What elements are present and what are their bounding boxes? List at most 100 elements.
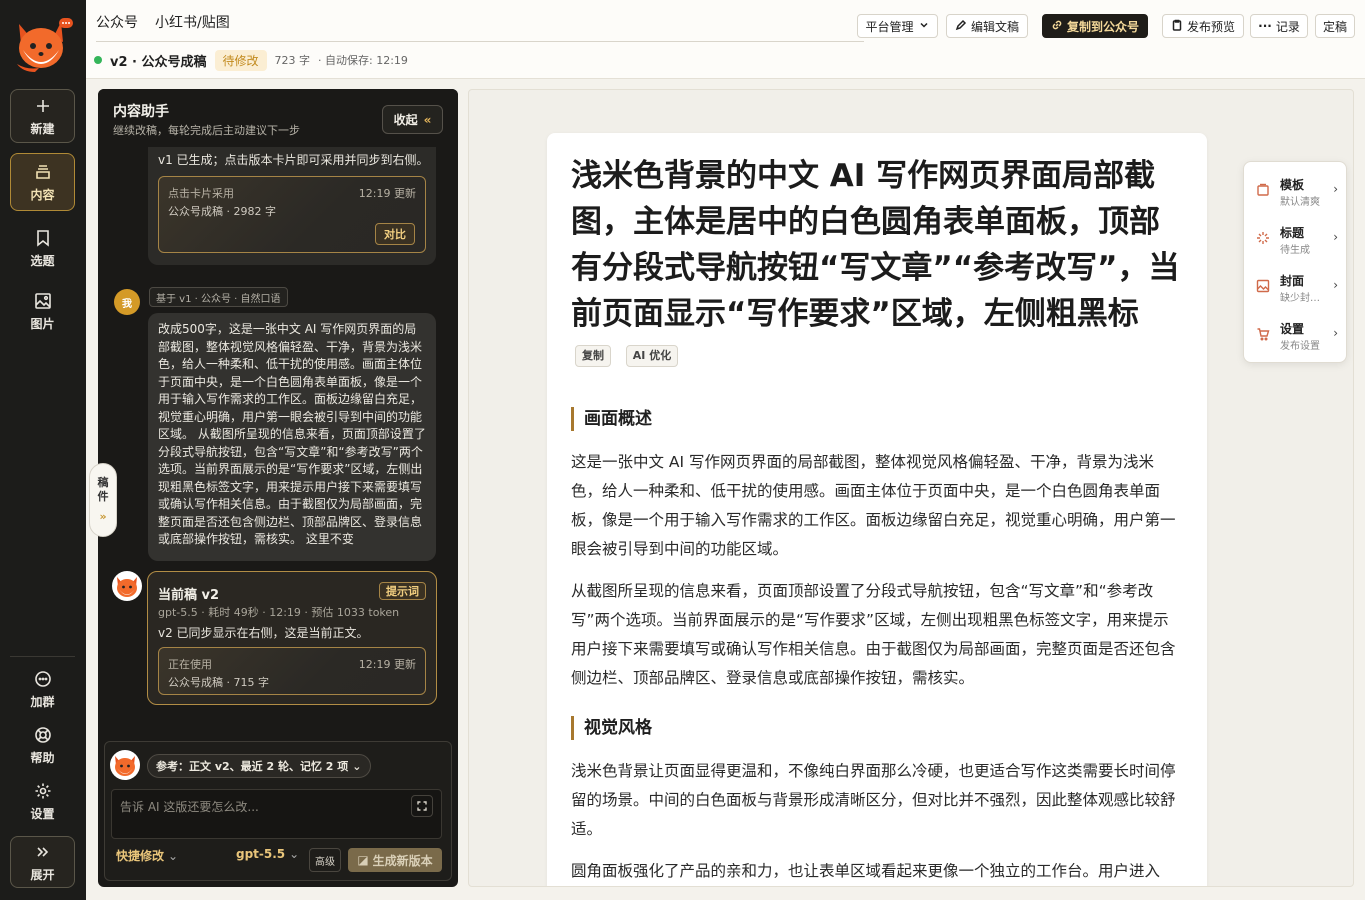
- sparkle-icon: [1256, 230, 1270, 244]
- publish-setting[interactable]: 设置 发布设置 ›: [1244, 310, 1348, 356]
- pencil-icon: [955, 19, 967, 34]
- advanced-button[interactable]: 高级: [309, 848, 341, 872]
- quick-edit-dropdown[interactable]: 快捷修改 ⌄: [116, 847, 178, 864]
- rail-image-label: 图片: [30, 316, 55, 331]
- autosave-status: · 自动保存: 12:19: [318, 54, 408, 67]
- composer: 参考：正文 v2、最近 2 轮、记忆 2 项 ⌄ 快捷修改 ⌄ gpt-5.5 …: [104, 741, 452, 881]
- article-title[interactable]: 浅米色背景的中文 AI 写作网页界面局部截图，主体是居中的白色圆角表单面板，顶部…: [571, 153, 1181, 383]
- copy-to-wechat-button[interactable]: 复制到公众号: [1042, 14, 1148, 38]
- headline-setting[interactable]: 标题 待生成 ›: [1244, 214, 1348, 260]
- word-count: 723 字: [274, 54, 311, 67]
- generate-version-label: 生成新版本: [372, 853, 433, 868]
- chevron-down-icon: ⌄: [352, 759, 362, 773]
- rail-image-button[interactable]: 图片: [10, 284, 75, 338]
- rail-new-button[interactable]: 新建: [10, 89, 75, 143]
- record-button[interactable]: ··· 记录: [1250, 14, 1308, 38]
- article-paragraph: 浅米色背景让页面显得更温和，不像纯白界面那么冷硬，也更适合写作这类需要长时间停留…: [571, 762, 1176, 838]
- double-chevron-right-icon: [33, 842, 53, 862]
- current-draft-title: 当前稿 v2: [158, 588, 220, 603]
- template-setting[interactable]: 模板 默认清爽 ›: [1244, 166, 1348, 212]
- rail-topic-button[interactable]: 选题: [10, 221, 75, 275]
- record-label: 记录: [1275, 19, 1300, 34]
- drafts-tab[interactable]: 稿 件 »: [89, 463, 117, 537]
- chevron-right-icon: ›: [1333, 182, 1338, 196]
- link-icon: [1051, 19, 1063, 34]
- assistant-header: 内容助手 继续改稿，每轮完成后主动建议下一步 收起 «: [98, 89, 458, 147]
- article-paper: 浅米色背景的中文 AI 写作网页界面局部截图，主体是居中的白色圆角表单面板，顶部…: [547, 133, 1207, 886]
- compare-button[interactable]: 对比: [375, 223, 415, 245]
- platform-tabs: 公众号 小红书/贴图: [96, 0, 864, 42]
- rail-settings-label: 设置: [30, 806, 55, 821]
- top-header: 公众号 小红书/贴图 v2 · 公众号成稿 待修改 723 字 · 自动保存: …: [86, 0, 1365, 79]
- drafts-tab-char-2: 件: [97, 490, 109, 503]
- version-card-time: 12:19 更新: [358, 187, 416, 200]
- rail-group-button[interactable]: 加群: [10, 662, 75, 716]
- version-card-v2[interactable]: 正在使用 12:19 更新 公众号成稿 · 715 字: [158, 647, 426, 695]
- expand-editor-button[interactable]: [411, 795, 433, 817]
- model-label: gpt-5.5: [236, 847, 286, 861]
- article-paragraph: 从截图所呈现的信息来看，页面顶部设置了分段式导航按钮，包含“写文章”和“参考改写…: [571, 582, 1176, 687]
- article-paragraph: 圆角面板强化了产品的亲和力，也让表单区域看起来更像一个独立的工作台。用户进入: [571, 862, 1161, 880]
- cover-setting[interactable]: 封面 缺少封面图 ›: [1244, 262, 1348, 308]
- publish-preview-button[interactable]: 发布预览: [1162, 14, 1244, 38]
- version-card-desc: 公众号成稿 · 715 字: [168, 676, 269, 689]
- rail-content-button[interactable]: 内容: [10, 153, 75, 211]
- cover-title: 封面: [1280, 274, 1305, 288]
- collapse-button[interactable]: 收起 «: [382, 105, 443, 134]
- chevron-down-icon: ⌄: [168, 848, 179, 863]
- rail-help-button[interactable]: 帮助: [10, 718, 75, 772]
- prev-message-text: v1 已生成；点击版本卡片即可采用并同步到右侧。: [158, 153, 429, 167]
- copy-title-button[interactable]: 复制: [575, 344, 611, 367]
- prompt-input[interactable]: [120, 798, 400, 816]
- section-heading: 视觉风格: [571, 716, 652, 740]
- rail-topic-label: 选题: [30, 253, 55, 268]
- template-icon: [1256, 182, 1270, 196]
- headline-title: 标题: [1280, 226, 1305, 240]
- model-dropdown[interactable]: gpt-5.5 ⌄: [236, 847, 299, 861]
- generate-version-button[interactable]: ◪ 生成新版本: [348, 848, 442, 872]
- left-rail: 新建 内容 选题 图片 加群 帮助 设置 展开: [0, 0, 86, 900]
- rail-expand-button[interactable]: 展开: [10, 836, 75, 888]
- fox-logo[interactable]: [9, 14, 75, 74]
- publish-settings-panel: 模板 默认清爽 › 标题 待生成 › 封面 缺少封面图 › 设置 发布设置 ›: [1243, 161, 1347, 363]
- tab-wechat[interactable]: 公众号: [96, 12, 138, 32]
- rail-help-label: 帮助: [30, 750, 55, 765]
- doc-status-row: v2 · 公众号成稿 待修改 723 字 · 自动保存: 12:19: [94, 49, 408, 71]
- article-paragraph: 这是一张中文 AI 写作网页界面的局部截图，整体视觉风格偏轻盈、干净，背景为浅米…: [571, 453, 1176, 558]
- rail-settings-button[interactable]: 设置: [10, 774, 75, 828]
- bookmark-icon: [33, 228, 53, 248]
- prompt-button[interactable]: 提示词: [379, 582, 426, 600]
- assistant-avatar: [112, 571, 142, 601]
- ai-optimize-button[interactable]: AI 优化: [625, 344, 679, 367]
- status-badge: 待修改: [214, 49, 267, 71]
- cart-icon: [1256, 326, 1270, 341]
- section-heading: 画面概述: [571, 407, 652, 431]
- quick-edit-label: 快捷修改: [116, 849, 165, 863]
- template-title: 模板: [1280, 178, 1305, 192]
- edit-doc-button[interactable]: 编辑文稿: [946, 14, 1028, 38]
- rail-group-label: 加群: [30, 694, 55, 709]
- rail-expand-label: 展开: [30, 867, 55, 882]
- send-icon: ◪: [357, 853, 369, 867]
- copy-to-wechat-label: 复制到公众号: [1066, 19, 1139, 34]
- version-card-v1[interactable]: 点击卡片采用 12:19 更新 公众号成稿 · 2982 字 对比: [158, 176, 426, 253]
- gear-icon: [33, 781, 53, 801]
- finalize-button[interactable]: 定稿: [1315, 14, 1355, 38]
- rail-new-label: 新建: [30, 121, 55, 136]
- chevron-right-icon: ›: [1333, 230, 1338, 244]
- context-ref-label: 参考：正文 v2、最近 2 轮、记忆 2 项: [156, 760, 349, 773]
- rail-divider: [10, 656, 75, 657]
- clipboard-icon: [1171, 19, 1183, 34]
- platform-manage-label: 平台管理: [865, 19, 914, 34]
- drafts-tab-char-1: 稿: [97, 476, 109, 489]
- prompt-input-box: [111, 789, 442, 839]
- double-chevron-right-icon: »: [99, 510, 107, 523]
- stack-icon: [33, 162, 53, 182]
- tab-xiaohongshu[interactable]: 小红书/贴图: [155, 12, 230, 32]
- platform-manage-button[interactable]: 平台管理: [857, 14, 938, 38]
- image-icon: [1256, 278, 1270, 293]
- composer-avatar: [110, 750, 140, 780]
- double-chevron-left-icon: «: [423, 112, 432, 127]
- user-message: 改成500字，这是一张中文 AI 写作网页界面的局部截图，整体视觉风格偏轻盈、干…: [148, 313, 436, 561]
- context-ref-chip[interactable]: 参考：正文 v2、最近 2 轮、记忆 2 项 ⌄: [147, 754, 371, 778]
